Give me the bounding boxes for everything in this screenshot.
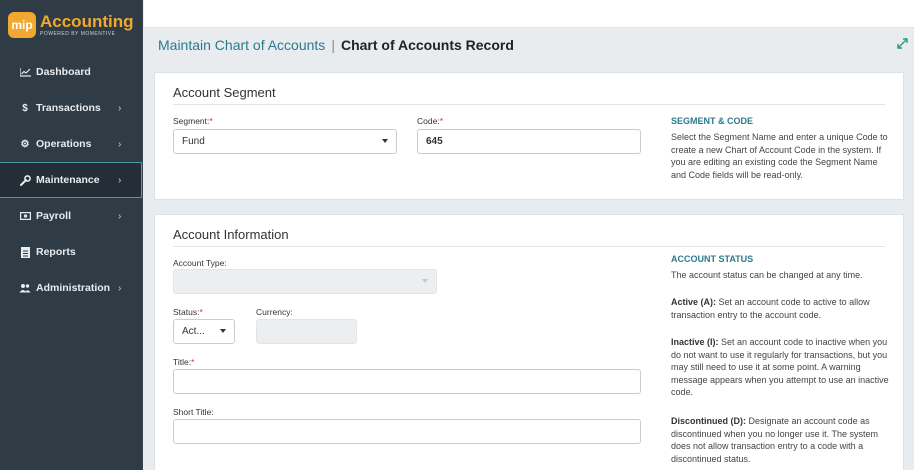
segment-label-text: Segment: (173, 116, 210, 126)
sidebar-item-label: Transactions (36, 102, 101, 114)
dropdown-caret-icon (422, 279, 428, 283)
sidebar: mip Accounting POWERED BY MOMENTIVE Dash… (0, 0, 143, 470)
status-label-text: Status: (173, 307, 200, 317)
help-active: Active (A): Set an account code to activ… (671, 296, 891, 321)
required-marker: * (209, 116, 213, 126)
logo-subtitle: POWERED BY MOMENTIVE (40, 30, 116, 37)
sidebar-item-label: Maintenance (36, 174, 100, 186)
sidebar-item-label: Dashboard (36, 66, 91, 78)
title-label: Title:* (173, 357, 194, 367)
sidebar-item-administration[interactable]: Administration › (0, 270, 142, 306)
sidebar-nav: Dashboard $ Transactions › ⚙ Operations … (0, 54, 142, 306)
sidebar-item-label: Payroll (36, 210, 72, 222)
sidebar-item-label: Reports (36, 246, 76, 258)
code-label: Code:* (417, 116, 443, 126)
segment-label: Segment:* (173, 116, 213, 126)
required-marker: * (199, 307, 203, 317)
divider (173, 246, 885, 247)
wrench-icon (18, 174, 32, 186)
logo-badge: mip (8, 12, 36, 38)
title-label-text: Title: (173, 357, 192, 367)
account-segment-card: Account Segment Segment:* Fund Code:* 64… (154, 72, 904, 200)
users-icon (18, 283, 32, 293)
page-header: Maintain Chart of Accounts | Chart of Ac… (144, 28, 914, 62)
required-marker: * (191, 357, 195, 367)
status-label: Status:* (173, 307, 203, 317)
app-logo[interactable]: mip Accounting POWERED BY MOMENTIVE (0, 0, 142, 50)
top-bar (144, 0, 914, 28)
help-active-heading: Active (A): (671, 297, 717, 307)
sidebar-item-operations[interactable]: ⚙ Operations › (0, 126, 142, 162)
help-text: Select the Segment Name and enter a uniq… (671, 132, 888, 180)
short-title-input[interactable] (173, 419, 641, 444)
chart-line-icon (18, 67, 32, 77)
expand-icon[interactable] (897, 38, 908, 52)
help-intro: The account status can be changed at any… (671, 270, 863, 280)
gears-icon: ⚙ (20, 138, 30, 150)
dropdown-caret-icon (220, 329, 226, 333)
card-title: Account Information (173, 227, 289, 242)
currency-label: Currency: (256, 307, 293, 317)
sidebar-item-label: Operations (36, 138, 92, 150)
segment-select[interactable]: Fund (173, 129, 397, 154)
status-select[interactable]: Act... (173, 319, 235, 344)
required-marker: * (439, 116, 443, 126)
status-select-value: Act... (182, 326, 205, 337)
sidebar-item-label: Administration (36, 282, 111, 294)
breadcrumb-separator: | (331, 37, 335, 53)
help-discontinued: Discontinued (D): Designate an account c… (671, 415, 891, 465)
chevron-right-icon: › (118, 102, 122, 114)
dropdown-caret-icon (382, 139, 388, 143)
account-information-card: Account Information Account Type: Status… (154, 214, 904, 470)
title-input[interactable] (173, 369, 641, 394)
help-inactive-heading: Inactive (I): (671, 337, 719, 347)
account-type-label: Account Type: (173, 258, 227, 268)
sidebar-item-reports[interactable]: Reports (0, 234, 142, 270)
sidebar-item-maintenance[interactable]: Maintenance › (0, 162, 142, 198)
chevron-right-icon: › (118, 282, 122, 294)
code-input-value: 645 (426, 136, 443, 147)
short-title-label: Short Title: (173, 407, 214, 417)
sidebar-item-payroll[interactable]: Payroll › (0, 198, 142, 234)
help-title: SEGMENT & CODE (671, 116, 754, 126)
help-discontinued-heading: Discontinued (D): (671, 416, 746, 426)
chevron-right-icon: › (118, 210, 122, 222)
card-title: Account Segment (173, 85, 276, 100)
help-title: ACCOUNT STATUS (671, 254, 754, 264)
account-type-select (173, 269, 437, 294)
segment-select-value: Fund (182, 136, 205, 147)
page-title: Chart of Accounts Record (340, 37, 514, 53)
breadcrumb-link[interactable]: Maintain Chart of Accounts (158, 37, 325, 53)
sidebar-item-dashboard[interactable]: Dashboard (0, 54, 142, 90)
code-input[interactable]: 645 (417, 129, 641, 154)
money-icon (18, 212, 32, 220)
currency-field (256, 319, 357, 344)
divider (173, 104, 885, 105)
code-label-text: Code: (417, 116, 440, 126)
chevron-right-icon: › (118, 174, 122, 186)
document-icon (18, 246, 32, 258)
dollar-icon: $ (22, 102, 28, 114)
chevron-right-icon: › (118, 138, 122, 150)
logo-title: Accounting (40, 11, 134, 31)
sidebar-item-transactions[interactable]: $ Transactions › (0, 90, 142, 126)
help-inactive: Inactive (I): Set an account code to ina… (671, 336, 891, 399)
